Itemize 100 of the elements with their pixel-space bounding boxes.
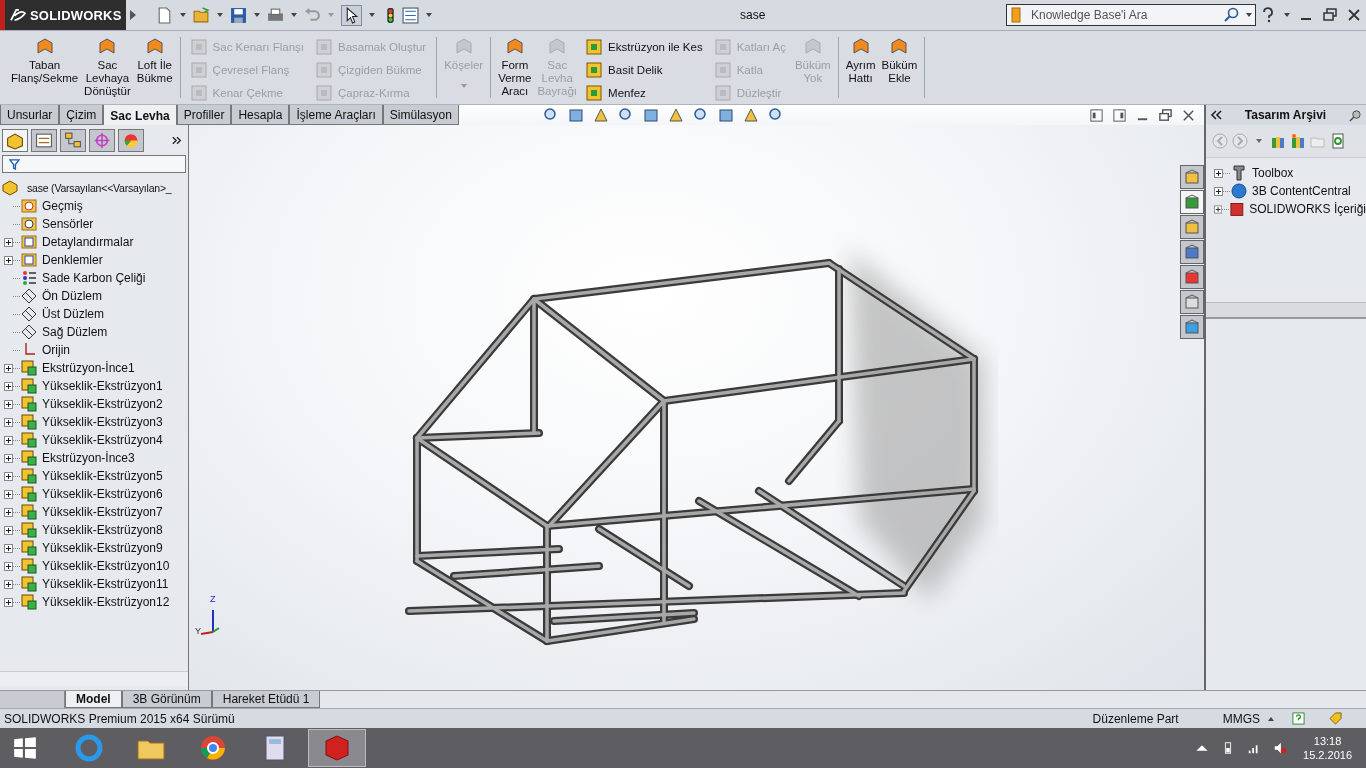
caret-icon[interactable]	[180, 13, 186, 17]
tree-item[interactable]: Geçmiş	[42, 199, 83, 213]
document-tab[interactable]: Model	[65, 691, 122, 708]
caret-icon[interactable]	[369, 13, 375, 17]
ribbon-button[interactable]: Ayrım Hattı	[842, 37, 879, 85]
print-icon[interactable]	[267, 6, 284, 24]
tree-item[interactable]: Detaylandırmalar	[42, 235, 134, 249]
tree-item[interactable]: Sade Karbon Çeliği	[42, 271, 146, 285]
expand-toggle-icon[interactable]	[4, 255, 13, 265]
ribbon-button[interactable]: Form Verme Aracı	[495, 37, 535, 98]
tree-item[interactable]: sase (Varsayılan<<Varsayılan>_	[27, 182, 172, 194]
display-manager-tab-icon[interactable]	[118, 129, 144, 152]
tree-item[interactable]: Yükseklik-Ekstrüzyon6	[42, 487, 163, 501]
tree-item[interactable]: Yükseklik-Ekstrüzyon1	[42, 379, 163, 393]
horizontal-scrollbar[interactable]	[0, 671, 188, 686]
expand-toggle-icon[interactable]	[4, 363, 13, 373]
close-icon[interactable]	[1181, 107, 1196, 123]
caret-icon[interactable]	[426, 13, 432, 17]
ribbon-button[interactable]: Menfez	[584, 83, 705, 102]
new-library-icon[interactable]	[1290, 133, 1306, 149]
ribbon-button[interactable]: Taban Flanş/Sekme	[8, 37, 82, 85]
collapse-chevron-icon[interactable]	[1210, 110, 1222, 120]
caret-icon[interactable]	[291, 13, 297, 17]
command-tab[interactable]: Sac Levha	[103, 105, 177, 126]
expand-toggle-icon[interactable]	[4, 381, 13, 391]
caret-icon[interactable]	[217, 13, 223, 17]
library-item[interactable]: SOLIDWORKS İçeriği	[1249, 202, 1366, 216]
configuration-tab-icon[interactable]	[60, 129, 86, 152]
search-field[interactable]: Knowledge Base'i Ara	[1006, 4, 1256, 26]
select-pointer-icon[interactable]	[341, 4, 362, 26]
expand-toggle-icon[interactable]	[1214, 204, 1223, 214]
tree-item[interactable]: Ekstrüzyon-İnce1	[42, 361, 135, 375]
help-icon[interactable]	[1292, 712, 1305, 725]
expand-toggle-icon[interactable]	[1214, 168, 1223, 178]
tree-item[interactable]: Ön Düzlem	[42, 289, 103, 303]
tile-left-icon[interactable]	[1089, 107, 1104, 123]
close-icon[interactable]	[1346, 7, 1362, 23]
start-button[interactable]	[12, 735, 38, 761]
library-item[interactable]: 3B ContentCentral	[1252, 184, 1351, 198]
more-chevron-icon[interactable]	[172, 136, 182, 145]
library-item[interactable]: Toolbox	[1252, 166, 1294, 180]
expand-toggle-icon[interactable]	[1214, 186, 1223, 196]
horizontal-scrollbar[interactable]	[1206, 302, 1366, 319]
command-tab[interactable]: Profiller	[176, 105, 232, 125]
tree-item[interactable]: Sağ Düzlem	[42, 325, 108, 339]
expand-toggle-icon[interactable]	[4, 561, 13, 571]
property-manager-tab-icon[interactable]	[31, 129, 57, 152]
ribbon-button[interactable]: Sac Levhaya Dönüştür	[81, 37, 134, 98]
command-tab[interactable]: Çizim	[59, 105, 104, 125]
expand-arrow-icon[interactable]	[130, 10, 136, 20]
new-document-icon[interactable]	[156, 6, 173, 24]
tree-item[interactable]: Yükseklik-Ekstrüzyon2	[42, 397, 163, 411]
expand-toggle-icon[interactable]	[4, 597, 13, 607]
command-tab[interactable]: Hesapla	[231, 105, 290, 125]
taskbar-app[interactable]	[308, 729, 366, 767]
feature-manager-tab-icon[interactable]	[2, 129, 28, 152]
ribbon-button[interactable]: Büküm Ekle	[878, 37, 921, 85]
tile-right-icon[interactable]	[1112, 107, 1127, 123]
refresh-icon[interactable]	[1330, 133, 1346, 149]
open-folder-icon[interactable]	[193, 6, 210, 24]
tree-item[interactable]: Yükseklik-Ekstrüzyon4	[42, 433, 163, 447]
restore-icon[interactable]	[1158, 107, 1173, 123]
expand-toggle-icon[interactable]	[4, 507, 13, 517]
save-icon[interactable]	[230, 6, 247, 24]
caret-icon[interactable]	[254, 13, 260, 17]
expand-toggle-icon[interactable]	[4, 453, 13, 463]
muted-speaker-icon[interactable]	[1273, 741, 1288, 755]
ribbon-button[interactable]: Basit Delik	[584, 60, 705, 79]
expand-toggle-icon[interactable]	[4, 579, 13, 589]
caret-icon[interactable]	[1256, 139, 1262, 143]
ribbon-button[interactable]: Loft İle Bükme	[133, 37, 176, 85]
expand-toggle-icon[interactable]	[4, 435, 13, 445]
caret-icon[interactable]	[1268, 716, 1274, 721]
caret-icon[interactable]	[1284, 13, 1290, 17]
expand-toggle-icon[interactable]	[4, 471, 13, 481]
search-icon[interactable]	[1224, 7, 1240, 23]
crosshair-tab-icon[interactable]	[89, 129, 115, 152]
tree-item[interactable]: Yükseklik-Ekstrüzyon3	[42, 415, 163, 429]
tree-item[interactable]: Yükseklik-Ekstrüzyon12	[42, 595, 170, 609]
expand-toggle-icon[interactable]	[4, 543, 13, 553]
help-icon[interactable]	[1260, 7, 1276, 23]
graphics-area[interactable]: Z Y	[189, 125, 1204, 690]
command-tab[interactable]: Simülasyon	[382, 105, 459, 125]
expand-toggle-icon[interactable]	[4, 525, 13, 535]
document-tab[interactable]: 3B Görünüm	[121, 691, 212, 708]
restore-icon[interactable]	[1322, 7, 1338, 23]
expand-toggle-icon[interactable]	[4, 237, 13, 247]
tree-item[interactable]: Yükseklik-Ekstrüzyon8	[42, 523, 163, 537]
tree-item[interactable]: Yükseklik-Ekstrüzyon10	[42, 559, 170, 573]
tree-item[interactable]: Yükseklik-Ekstrüzyon5	[42, 469, 163, 483]
tree-item[interactable]: Yükseklik-Ekstrüzyon9	[42, 541, 163, 555]
clock-time[interactable]: 13:18	[1313, 734, 1342, 748]
expand-toggle-icon[interactable]	[4, 399, 13, 409]
options-list-icon[interactable]	[402, 6, 419, 24]
expand-toggle-icon[interactable]	[4, 417, 13, 427]
tree-item[interactable]: Sensörler	[42, 217, 94, 231]
command-tab[interactable]: Unsurlar	[0, 105, 60, 125]
tree-item[interactable]: Ekstrüzyon-İnce3	[42, 451, 135, 465]
tree-item[interactable]: Yükseklik-Ekstrüzyon11	[42, 577, 169, 591]
tree-item[interactable]: Yükseklik-Ekstrüzyon7	[42, 505, 163, 519]
